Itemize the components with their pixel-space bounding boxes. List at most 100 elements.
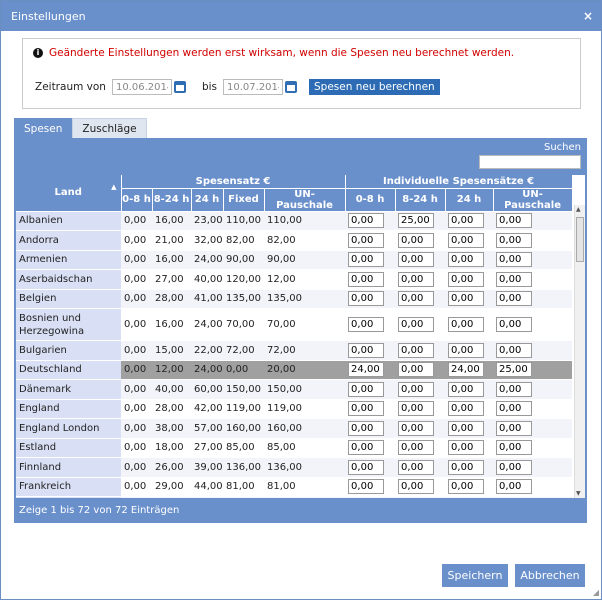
individual-rate-input[interactable] xyxy=(398,420,435,436)
calendar-icon[interactable] xyxy=(173,81,186,93)
vertical-scrollbar[interactable]: ▲ ▼ xyxy=(574,205,585,498)
table-row[interactable]: Finnland 0,00 26,00 39,00 136,00 136,00 xyxy=(16,457,573,478)
individual-rate-input[interactable] xyxy=(496,271,533,287)
column-header-individual[interactable]: 24 h xyxy=(445,188,494,212)
individual-rate-input[interactable] xyxy=(448,459,485,475)
scroll-up-icon[interactable]: ▲ xyxy=(576,206,581,213)
individual-rate-cell xyxy=(445,308,494,341)
individual-rate-input[interactable] xyxy=(448,401,485,417)
table-row[interactable]: Albanien 0,00 16,00 23,00 110,00 110,00 xyxy=(16,211,573,231)
individual-rate-input[interactable] xyxy=(398,232,435,248)
individual-rate-input[interactable] xyxy=(398,252,435,268)
table-row[interactable]: Aserbaidschan 0,00 27,00 40,00 120,00 12,00 xyxy=(16,269,573,290)
individual-rate-input[interactable] xyxy=(398,440,435,456)
table-row[interactable]: Belgien 0,00 28,00 41,00 135,00 135,00 xyxy=(16,289,573,309)
individual-rate-input[interactable] xyxy=(496,362,533,378)
individual-rate-input[interactable] xyxy=(348,213,385,229)
column-header-rate[interactable]: 24 h xyxy=(191,188,224,212)
individual-rate-input[interactable] xyxy=(496,420,533,436)
individual-rate-input[interactable] xyxy=(398,381,435,397)
individual-rate-input[interactable] xyxy=(448,271,485,287)
close-icon[interactable]: × xyxy=(583,9,593,23)
table-row[interactable]: Bosnien und Herzegowina 0,00 16,00 24,00 70,… xyxy=(16,308,573,341)
column-header-individual[interactable]: 0-8 h xyxy=(345,188,396,212)
individual-rate-input[interactable] xyxy=(398,317,435,332)
resize-handle-icon[interactable]: ◢ xyxy=(593,588,599,597)
column-header-land[interactable]: Land ▲ xyxy=(16,175,122,212)
individual-rate-input[interactable] xyxy=(348,440,385,456)
individual-rate-input[interactable] xyxy=(348,459,385,475)
individual-rate-input[interactable] xyxy=(398,401,435,417)
individual-rate-input[interactable] xyxy=(496,252,533,268)
individual-rate-input[interactable] xyxy=(348,317,385,332)
individual-rate-input[interactable] xyxy=(348,420,385,436)
individual-rate-input[interactable] xyxy=(448,342,485,358)
individual-rate-input[interactable] xyxy=(448,440,485,456)
individual-rate-input[interactable] xyxy=(348,252,385,268)
individual-rate-input[interactable] xyxy=(448,420,485,436)
individual-rate-input[interactable] xyxy=(398,362,435,378)
individual-rate-input[interactable] xyxy=(448,252,485,268)
tab-zuschlaege[interactable]: Zuschläge xyxy=(72,118,147,139)
table-row[interactable]: England 0,00 28,00 42,00 119,00 119,00 xyxy=(16,399,573,419)
column-header-individual[interactable]: 8-24 h xyxy=(395,188,446,212)
column-header-individual[interactable]: ÜN- Pauschale xyxy=(493,188,573,212)
individual-rate-input[interactable] xyxy=(398,271,435,287)
individual-rate-input[interactable] xyxy=(348,479,385,495)
tab-spesen[interactable]: Spesen xyxy=(14,118,73,139)
individual-rate-input[interactable] xyxy=(496,232,533,248)
individual-rate-input[interactable] xyxy=(496,479,533,495)
individual-rate-input[interactable] xyxy=(448,232,485,248)
scroll-thumb[interactable] xyxy=(576,217,584,262)
individual-rate-input[interactable] xyxy=(496,213,533,229)
individual-rate-input[interactable] xyxy=(448,381,485,397)
individual-rate-input[interactable] xyxy=(398,459,435,475)
individual-rate-input[interactable] xyxy=(348,381,385,397)
individual-rate-input[interactable] xyxy=(348,271,385,287)
individual-rate-input[interactable] xyxy=(398,213,435,229)
individual-rate-input[interactable] xyxy=(496,342,533,358)
dialog-titlebar[interactable]: Einstellungen × xyxy=(1,1,601,31)
calendar-icon[interactable] xyxy=(285,81,298,93)
individual-rate-input[interactable] xyxy=(398,291,435,307)
column-header-rate[interactable]: 8-24 h xyxy=(152,188,192,212)
individual-rate-input[interactable] xyxy=(496,401,533,417)
table-row[interactable]: England London 0,00 38,00 57,00 160,00 160,00 xyxy=(16,418,573,439)
table-row[interactable]: Frankreich Lyon0,0036,0053,0083,0083,00 xyxy=(16,496,573,498)
individual-rate-input[interactable] xyxy=(496,317,533,332)
table-row[interactable]: Deutschland 0,00 12,00 24,00 0,00 20,00 xyxy=(16,360,573,380)
individual-rate-input[interactable] xyxy=(496,459,533,475)
column-header-rate[interactable]: 0-8 h xyxy=(121,188,153,212)
column-header-rate[interactable]: ÜN- Pauschale xyxy=(264,188,346,212)
scroll-down-icon[interactable]: ▼ xyxy=(576,490,581,497)
individual-rate-input[interactable] xyxy=(398,342,435,358)
table-row[interactable]: Andorra 0,00 21,00 32,00 82,00 82,00 xyxy=(16,230,573,251)
individual-rate-input[interactable] xyxy=(448,317,485,332)
individual-rate-input[interactable] xyxy=(348,362,385,378)
individual-rate-input[interactable] xyxy=(348,291,385,307)
cancel-button[interactable]: Abbrechen xyxy=(515,564,585,587)
search-input[interactable] xyxy=(479,155,581,169)
individual-rate-input[interactable] xyxy=(448,362,485,378)
individual-rate-input[interactable] xyxy=(348,401,385,417)
individual-rate-input[interactable] xyxy=(348,232,385,248)
individual-rate-input[interactable] xyxy=(448,213,485,229)
individual-rate-cell xyxy=(395,438,446,458)
table-row[interactable]: Frankreich 0,00 29,00 44,00 81,00 81,00 xyxy=(16,477,573,497)
save-button[interactable]: Speichern xyxy=(442,564,508,587)
individual-rate-input[interactable] xyxy=(496,381,533,397)
recalc-button[interactable]: Spesen neu berechnen xyxy=(309,79,440,95)
individual-rate-input[interactable] xyxy=(348,342,385,358)
date-from-input[interactable] xyxy=(111,79,172,95)
individual-rate-input[interactable] xyxy=(448,479,485,495)
table-row[interactable]: Estland 0,00 18,00 27,00 85,00 85,00 xyxy=(16,438,573,458)
table-row[interactable]: Bulgarien 0,00 15,00 22,00 72,00 72,00 xyxy=(16,340,573,361)
table-row[interactable]: Dänemark 0,00 40,00 60,00 150,00 150,00 xyxy=(16,379,573,400)
individual-rate-input[interactable] xyxy=(448,291,485,307)
column-header-rate[interactable]: Fixed xyxy=(223,188,265,212)
date-to-input[interactable] xyxy=(223,79,284,95)
table-row[interactable]: Armenien 0,00 16,00 24,00 90,00 90,00 xyxy=(16,250,573,270)
individual-rate-input[interactable] xyxy=(398,479,435,495)
individual-rate-input[interactable] xyxy=(496,291,533,307)
individual-rate-input[interactable] xyxy=(496,440,533,456)
